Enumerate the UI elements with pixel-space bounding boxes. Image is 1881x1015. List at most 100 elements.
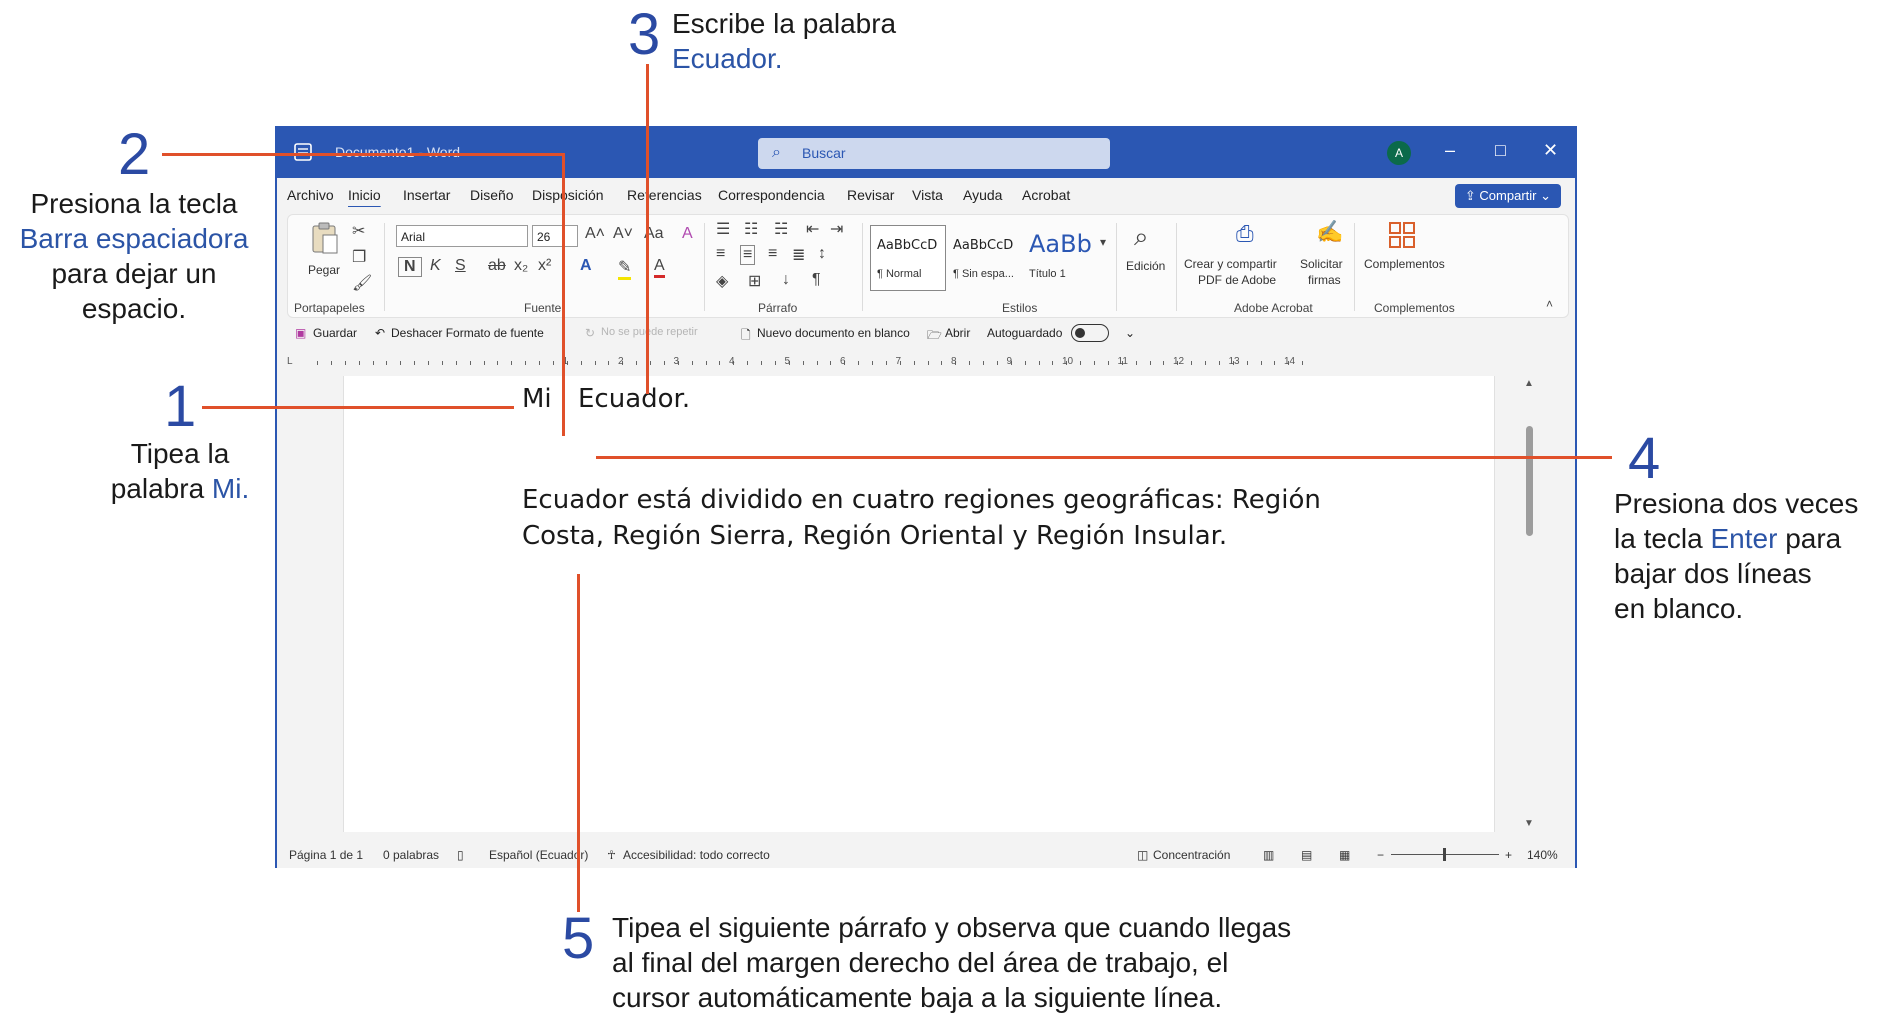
sort-icon[interactable]: ↓ <box>782 271 790 289</box>
align-left-icon[interactable]: ≡ <box>716 245 725 263</box>
collapse-ribbon-icon[interactable]: ˄ <box>1546 297 1553 311</box>
new-document-button[interactable]: Nuevo documento en blanco <box>757 326 910 340</box>
create-pdf-label-2[interactable]: PDF de Adobe <box>1198 273 1276 287</box>
paste-icon[interactable] <box>310 221 340 255</box>
italic-button[interactable]: K <box>430 257 441 275</box>
autosave-toggle[interactable] <box>1071 324 1109 342</box>
ruler-number: 8 <box>951 356 957 367</box>
superscript-icon[interactable]: x² <box>538 257 551 275</box>
borders-icon[interactable]: ⊞ <box>748 271 761 291</box>
focus-icon[interactable]: ◫ <box>1137 848 1148 862</box>
bullets-icon[interactable]: ☰ <box>716 219 730 239</box>
vertical-scrollbar[interactable]: ▲ ▼ <box>1521 376 1537 832</box>
read-mode-icon[interactable]: ▥ <box>1263 848 1274 862</box>
subscript-icon[interactable]: x₂ <box>514 257 528 275</box>
page-count[interactable]: Página 1 de 1 <box>289 848 363 862</box>
strikethrough-icon[interactable]: ab <box>488 257 506 275</box>
add-ins-icon[interactable] <box>1388 221 1416 249</box>
style-normal[interactable]: AaBbCcD ¶ Normal <box>870 225 946 291</box>
font-size-select[interactable]: 26 <box>532 225 578 247</box>
tab-inicio[interactable]: Inicio <box>348 187 381 203</box>
pilcrow-icon[interactable]: ¶ <box>812 271 821 289</box>
decrease-indent-icon[interactable]: ⇤ <box>806 219 819 239</box>
new-document-icon[interactable]: 🗋 <box>741 326 751 347</box>
line-spacing-icon[interactable]: ↕ <box>818 245 826 263</box>
zoom-level[interactable]: 140% <box>1527 848 1558 862</box>
underline-button[interactable]: S <box>455 257 466 275</box>
paragraph-line-1: Ecuador está dividido en cuatro regiones… <box>522 485 1321 515</box>
request-signatures-icon[interactable]: ✍ <box>1316 219 1343 245</box>
save-icon[interactable]: ▣ <box>295 326 306 340</box>
open-icon[interactable]: 🗁 <box>927 326 942 347</box>
ruler-corner-icon[interactable]: L <box>287 356 293 367</box>
customize-qat-icon[interactable]: ⌄ <box>1125 326 1135 340</box>
request-signatures-label-1[interactable]: Solicitar <box>1300 257 1343 271</box>
create-pdf-icon[interactable]: ⎙ <box>1236 221 1254 247</box>
multilevel-list-icon[interactable]: ☵ <box>774 219 788 239</box>
print-layout-icon[interactable]: ▤ <box>1301 848 1312 862</box>
shrink-font-icon[interactable]: A˅ <box>613 225 633 243</box>
paste-label[interactable]: Pegar <box>308 263 340 277</box>
scroll-down-icon[interactable]: ▼ <box>1524 818 1534 829</box>
zoom-in-icon[interactable]: + <box>1505 848 1512 862</box>
bold-button[interactable]: N <box>398 257 422 277</box>
request-signatures-label-2[interactable]: firmas <box>1308 273 1341 287</box>
search-icon[interactable]: ⌕ <box>1134 221 1149 253</box>
undo-icon[interactable]: ↶ <box>375 326 385 340</box>
zoom-slider-thumb[interactable] <box>1443 848 1446 861</box>
text-effects-icon[interactable]: A <box>580 257 592 275</box>
tab-referencias[interactable]: Referencias <box>627 187 702 203</box>
proofing-icon[interactable]: ▯ <box>457 848 464 862</box>
tab-revisar[interactable]: Revisar <box>847 187 894 203</box>
tab-correspondencia[interactable]: Correspondencia <box>718 187 825 203</box>
font-name-select[interactable]: Arial <box>396 225 528 247</box>
increase-indent-icon[interactable]: ⇥ <box>830 219 843 239</box>
style-heading-1[interactable]: AaBb Título 1 <box>1022 225 1098 291</box>
cut-icon[interactable]: ✂ <box>352 221 365 241</box>
tab-disposicion[interactable]: Disposición <box>532 187 604 203</box>
create-pdf-label-1[interactable]: Crear y compartir <box>1184 257 1277 271</box>
shading-icon[interactable]: ◈ <box>716 271 728 291</box>
horizontal-ruler[interactable]: L 1 2 3 4 5 6 7 8 9 10 11 12 13 14 <box>287 356 1577 370</box>
numbering-icon[interactable]: ☷ <box>744 219 758 239</box>
align-center-icon[interactable]: ≡ <box>740 245 756 265</box>
clear-format-icon[interactable]: A <box>682 225 693 243</box>
copy-icon[interactable]: ❐ <box>352 247 366 267</box>
accessibility-icon[interactable]: ☥ <box>607 848 616 862</box>
maximize-button[interactable]: □ <box>1495 140 1506 161</box>
style-no-spacing[interactable]: AaBbCcD ¶ Sin espa... <box>946 225 1022 291</box>
undo-button[interactable]: Deshacer Formato de fuente <box>391 326 544 340</box>
accessibility-status[interactable]: Accesibilidad: todo correcto <box>623 848 770 862</box>
minimize-button[interactable]: – <box>1445 140 1455 161</box>
share-button[interactable]: ⇪ Compartir ⌄ <box>1454 184 1561 208</box>
editing-label[interactable]: Edición <box>1126 259 1165 273</box>
open-button[interactable]: Abrir <box>945 326 970 340</box>
word-count[interactable]: 0 palabras <box>383 848 439 862</box>
format-painter-icon[interactable]: 🖌 <box>352 273 372 293</box>
scroll-thumb[interactable] <box>1526 426 1533 536</box>
grow-font-icon[interactable]: A˄ <box>585 225 605 243</box>
language-status[interactable]: Español (Ecuador) <box>489 848 588 862</box>
web-layout-icon[interactable]: ▦ <box>1339 848 1350 862</box>
font-color-icon[interactable]: A <box>654 257 665 278</box>
styles-more-icon[interactable]: ▾ <box>1100 235 1106 249</box>
save-button[interactable]: Guardar <box>313 326 357 340</box>
justify-icon[interactable]: ≣ <box>792 245 805 265</box>
tab-acrobat[interactable]: Acrobat <box>1022 187 1070 203</box>
tab-archivo[interactable]: Archivo <box>287 187 334 203</box>
search-box[interactable]: ⌕ Buscar <box>758 138 1110 169</box>
close-button[interactable]: ✕ <box>1543 140 1558 161</box>
focus-mode[interactable]: Concentración <box>1153 848 1230 862</box>
tab-vista[interactable]: Vista <box>912 187 943 203</box>
document-page[interactable]: Mi Ecuador. Ecuador está dividido en cua… <box>343 376 1495 832</box>
add-ins-label[interactable]: Complementos <box>1364 257 1445 271</box>
align-right-icon[interactable]: ≡ <box>768 245 777 263</box>
avatar[interactable]: A <box>1387 141 1411 165</box>
tab-ayuda[interactable]: Ayuda <box>963 187 1002 203</box>
scroll-up-icon[interactable]: ▲ <box>1524 378 1534 389</box>
document-icon[interactable] <box>293 142 313 162</box>
tab-insertar[interactable]: Insertar <box>403 187 450 203</box>
highlight-icon[interactable]: ✎ <box>618 257 632 280</box>
tab-diseno[interactable]: Diseño <box>470 187 514 203</box>
zoom-out-icon[interactable]: − <box>1377 848 1384 862</box>
